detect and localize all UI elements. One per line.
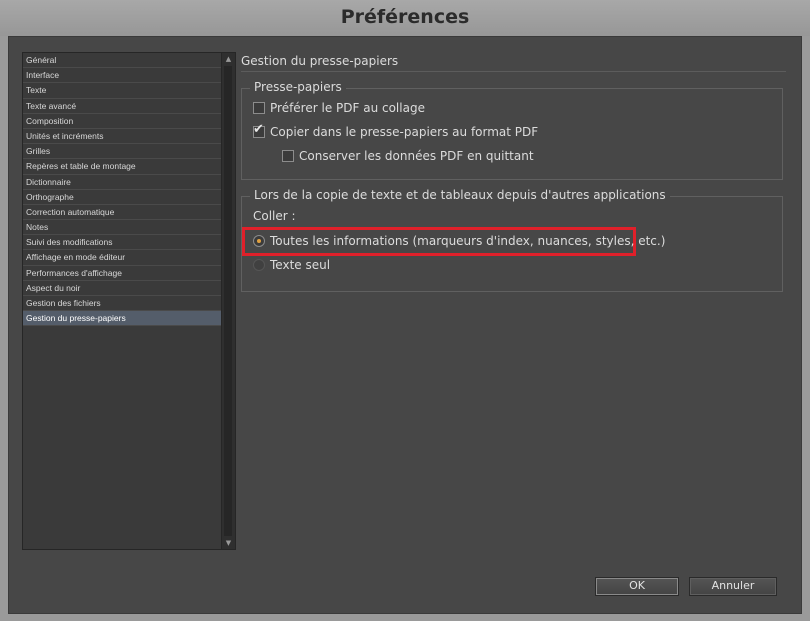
category-list-container: Général Interface Texte Texte avancé Composi…	[22, 52, 236, 550]
scroll-down-icon[interactable]: ▼	[222, 537, 235, 549]
paste-group-legend: Lors de la copie de texte et de tableaux…	[250, 188, 670, 202]
text-only-row[interactable]: Texte seul	[253, 258, 330, 272]
keep-pdf-row[interactable]: Conserver les données PDF en quittant	[282, 149, 534, 163]
all-info-radio[interactable]	[253, 235, 265, 247]
sidebar-item[interactable]: Texte	[23, 83, 222, 99]
sidebar-item[interactable]: Repères et table de montage	[23, 159, 222, 175]
sidebar-item[interactable]: Grilles	[23, 144, 222, 160]
copy-pdf-label: Copier dans le presse-papiers au format …	[270, 125, 539, 139]
preferences-dialog: Général Interface Texte Texte avancé Composi…	[8, 36, 802, 614]
sidebar-item[interactable]: Orthographe	[23, 190, 222, 205]
text-only-label: Texte seul	[270, 258, 331, 272]
keep-pdf-checkbox[interactable]	[282, 150, 294, 162]
category-list-scrollbar[interactable]: ▲ ▼	[221, 53, 235, 549]
cancel-button[interactable]: Annuler	[689, 577, 777, 596]
copy-pdf-row[interactable]: Copier dans le presse-papiers au format …	[253, 122, 539, 139]
sidebar-item[interactable]: Unités et incréments	[23, 129, 222, 145]
sidebar-item[interactable]: Performances d'affichage	[23, 266, 222, 281]
scroll-up-icon[interactable]: ▲	[222, 53, 235, 65]
sidebar-item[interactable]: Gestion du presse-papiers	[23, 311, 222, 327]
sidebar-item[interactable]: Interface	[23, 68, 222, 84]
window-title: Préférences	[340, 6, 470, 28]
prefer-pdf-checkbox[interactable]	[253, 102, 265, 114]
sidebar-item[interactable]: Aspect du noir	[23, 281, 222, 296]
paste-label: Coller :	[253, 209, 296, 223]
panel-title-divider	[241, 71, 786, 72]
ok-button[interactable]: OK	[595, 577, 679, 596]
sidebar-item[interactable]: Dictionnaire	[23, 175, 222, 190]
clipboard-group-legend: Presse-papiers	[250, 80, 346, 94]
copy-pdf-checkbox[interactable]	[253, 122, 265, 138]
all-info-label: Toutes les informations (marqueurs d'ind…	[270, 234, 666, 248]
sidebar-item[interactable]: Correction automatique	[23, 205, 222, 221]
preferences-window: Préférences Général Interface Texte Texte a…	[0, 0, 810, 621]
text-only-radio[interactable]	[253, 259, 265, 271]
prefer-pdf-row[interactable]: Préférer le PDF au collage	[253, 101, 425, 115]
prefer-pdf-label: Préférer le PDF au collage	[270, 101, 425, 115]
sidebar-item[interactable]: Général	[23, 53, 222, 69]
category-list: Général Interface Texte Texte avancé Composi…	[23, 53, 222, 549]
sidebar-item[interactable]: Suivi des modifications	[23, 235, 222, 251]
panel-title: Gestion du presse-papiers	[241, 54, 399, 68]
sidebar-item[interactable]: Gestion des fichiers	[23, 296, 222, 312]
sidebar-item[interactable]: Composition	[23, 114, 222, 129]
keep-pdf-label: Conserver les données PDF en quittant	[299, 149, 534, 163]
all-info-row[interactable]: Toutes les informations (marqueurs d'ind…	[253, 234, 665, 248]
title-bar[interactable]: Préférences	[0, 0, 810, 36]
sidebar-item[interactable]: Texte avancé	[23, 99, 222, 114]
sidebar-item[interactable]: Affichage en mode éditeur	[23, 250, 222, 266]
sidebar-item[interactable]: Notes	[23, 220, 222, 236]
scroll-thumb[interactable]	[224, 66, 232, 536]
